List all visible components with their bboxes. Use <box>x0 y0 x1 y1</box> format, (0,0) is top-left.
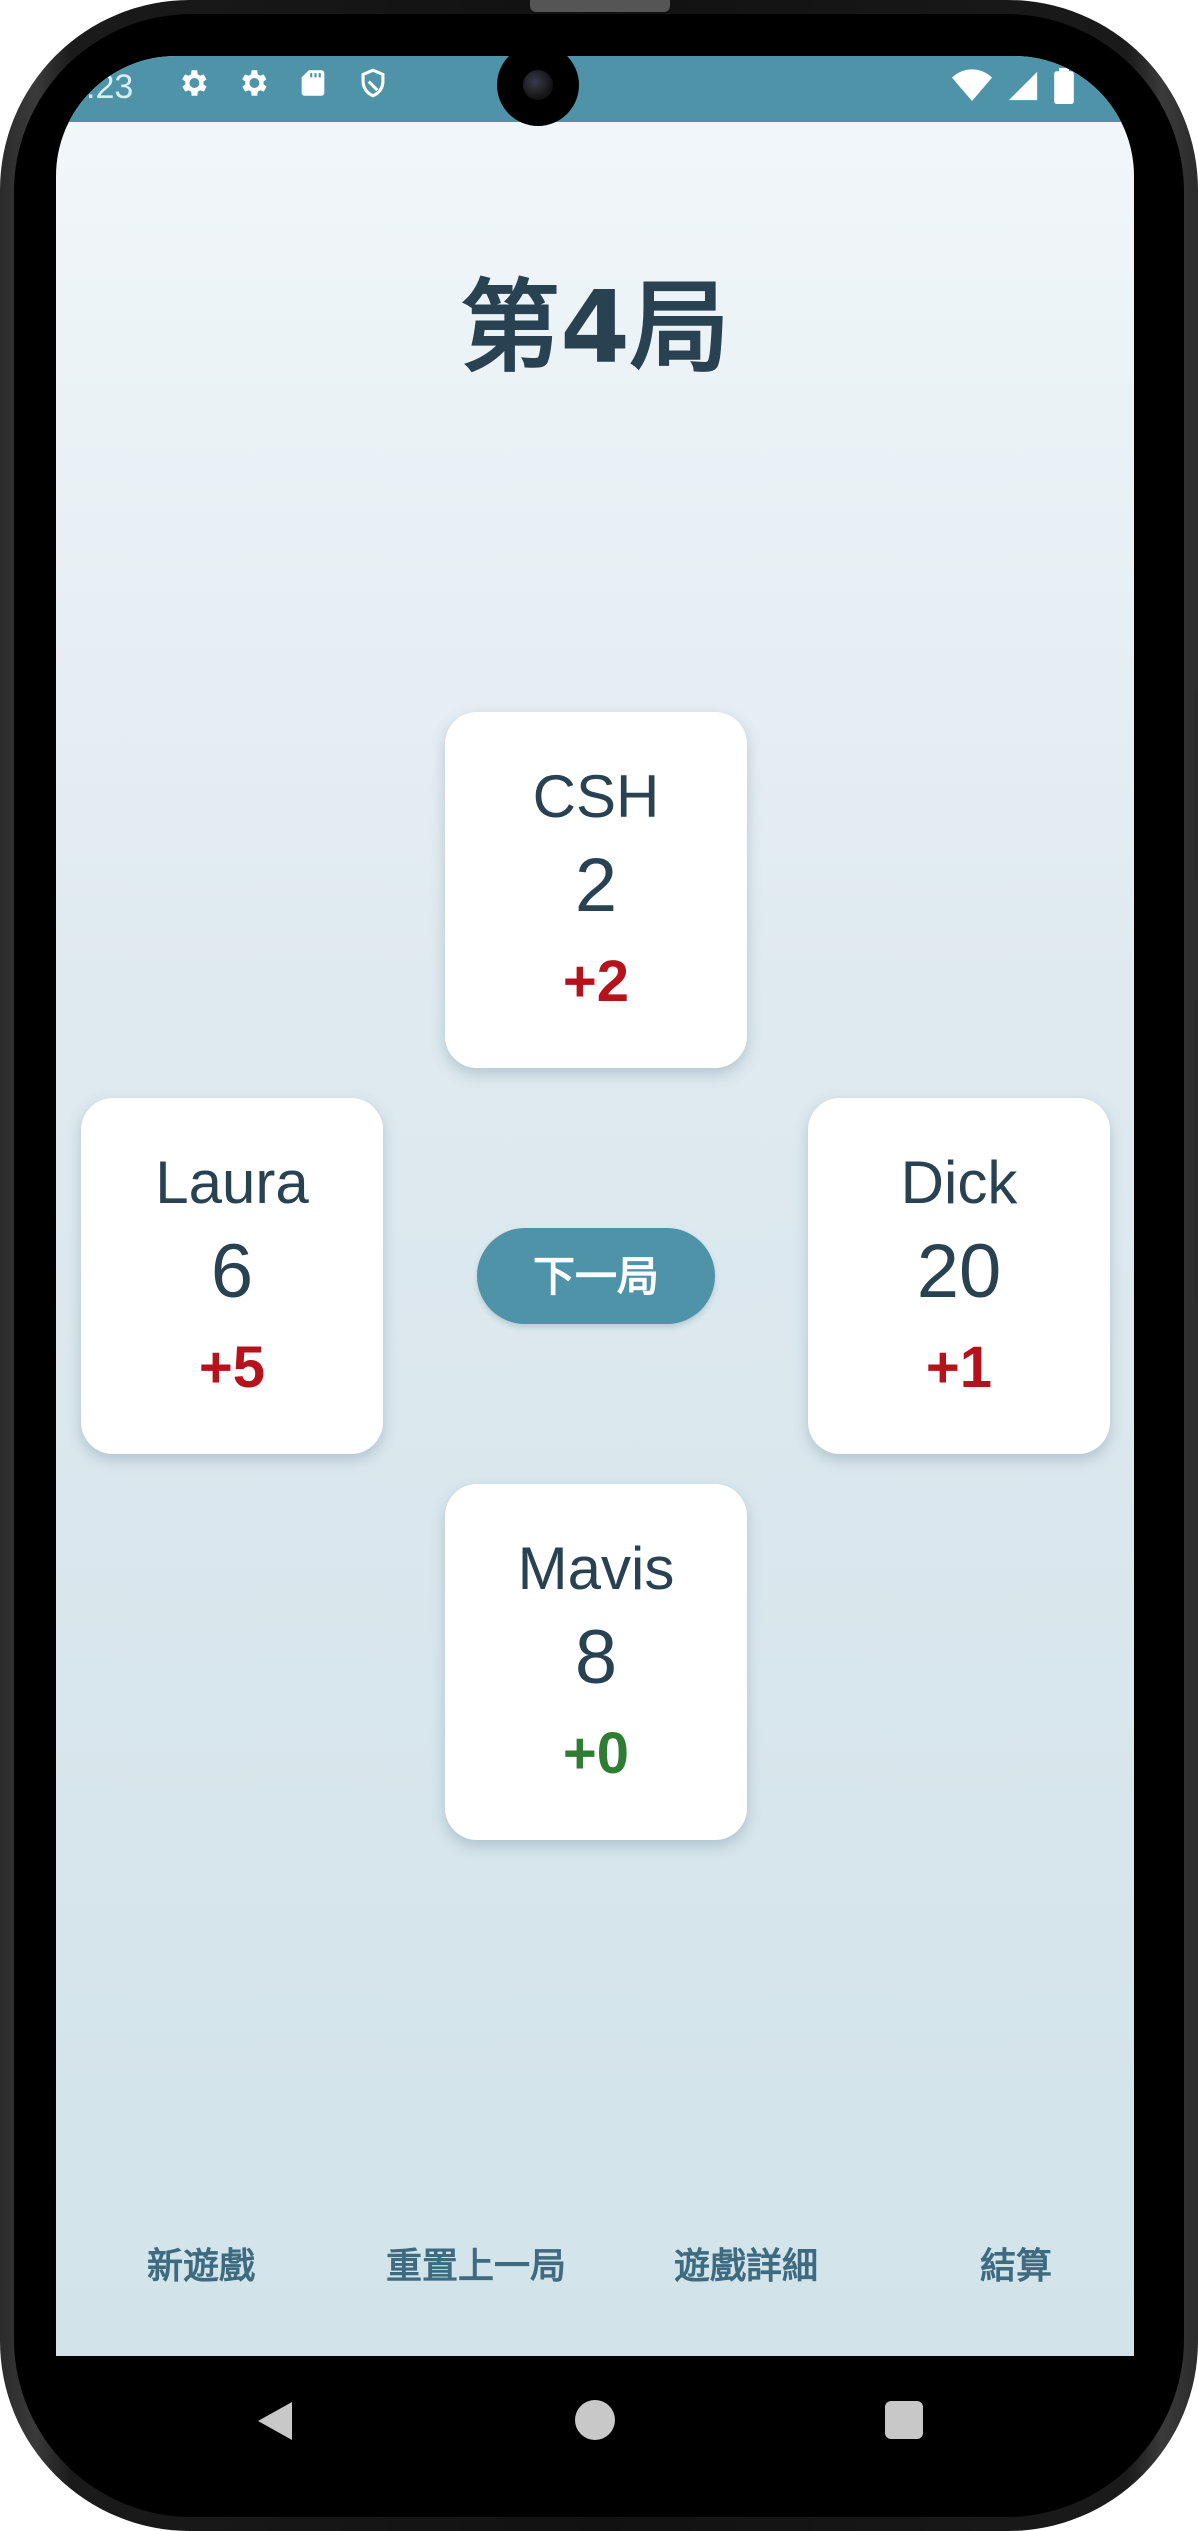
player-delta: +0 <box>562 1721 630 1786</box>
app-screen: :23 第4局 CSH 2 +2 Laura 6 +5 下一局 Dick 20 … <box>56 56 1134 2356</box>
shield-icon <box>356 66 390 100</box>
speaker-slot <box>530 0 670 12</box>
new-game-button[interactable]: 新遊戲 <box>116 2226 286 2306</box>
status-bar: :23 <box>56 56 1134 122</box>
next-round-button[interactable]: 下一局 <box>477 1228 715 1324</box>
player-score: 2 <box>574 843 618 928</box>
player-delta: +1 <box>925 1335 993 1400</box>
settle-button[interactable]: 結算 <box>956 2226 1076 2306</box>
player-name: Laura <box>155 1149 309 1216</box>
player-delta: +5 <box>198 1335 266 1400</box>
player-card-bottom[interactable]: Mavis 8 +0 <box>445 1484 747 1840</box>
wifi-icon <box>952 69 992 107</box>
game-details-button[interactable]: 遊戲詳細 <box>646 2226 846 2306</box>
reset-last-round-button[interactable]: 重置上一局 <box>356 2226 596 2306</box>
status-time: :23 <box>86 68 134 106</box>
player-card-right[interactable]: Dick 20 +1 <box>808 1098 1110 1454</box>
bottom-action-bar: 新遊戲 重置上一局 遊戲詳細 結算 <box>56 2226 1134 2306</box>
gear-icon <box>236 66 270 100</box>
player-delta: +2 <box>562 949 630 1014</box>
player-name: Mavis <box>517 1535 675 1602</box>
sd-card-icon <box>296 66 330 100</box>
player-score: 6 <box>210 1229 254 1314</box>
player-card-top[interactable]: CSH 2 +2 <box>445 712 747 1068</box>
back-icon[interactable] <box>258 2402 292 2440</box>
status-icons-right <box>952 68 1074 108</box>
volume-button <box>1194 690 1198 880</box>
round-title: 第4局 <box>460 269 730 386</box>
player-card-left[interactable]: Laura 6 +5 <box>81 1098 383 1454</box>
gear-icon <box>176 66 210 100</box>
player-score: 20 <box>916 1229 1002 1314</box>
home-icon[interactable] <box>575 2400 615 2440</box>
recent-apps-icon[interactable] <box>885 2401 923 2439</box>
player-score: 8 <box>574 1615 618 1700</box>
player-name: CSH <box>532 763 660 830</box>
status-icons-left <box>176 66 390 100</box>
power-button <box>1194 1000 1198 1300</box>
phone-frame: :23 第4局 CSH 2 +2 Laura 6 +5 下一局 Dick 20 … <box>0 0 1198 2531</box>
front-camera <box>497 44 579 126</box>
player-name: Dick <box>900 1149 1018 1216</box>
signal-icon <box>1006 69 1040 107</box>
battery-icon <box>1054 68 1074 108</box>
